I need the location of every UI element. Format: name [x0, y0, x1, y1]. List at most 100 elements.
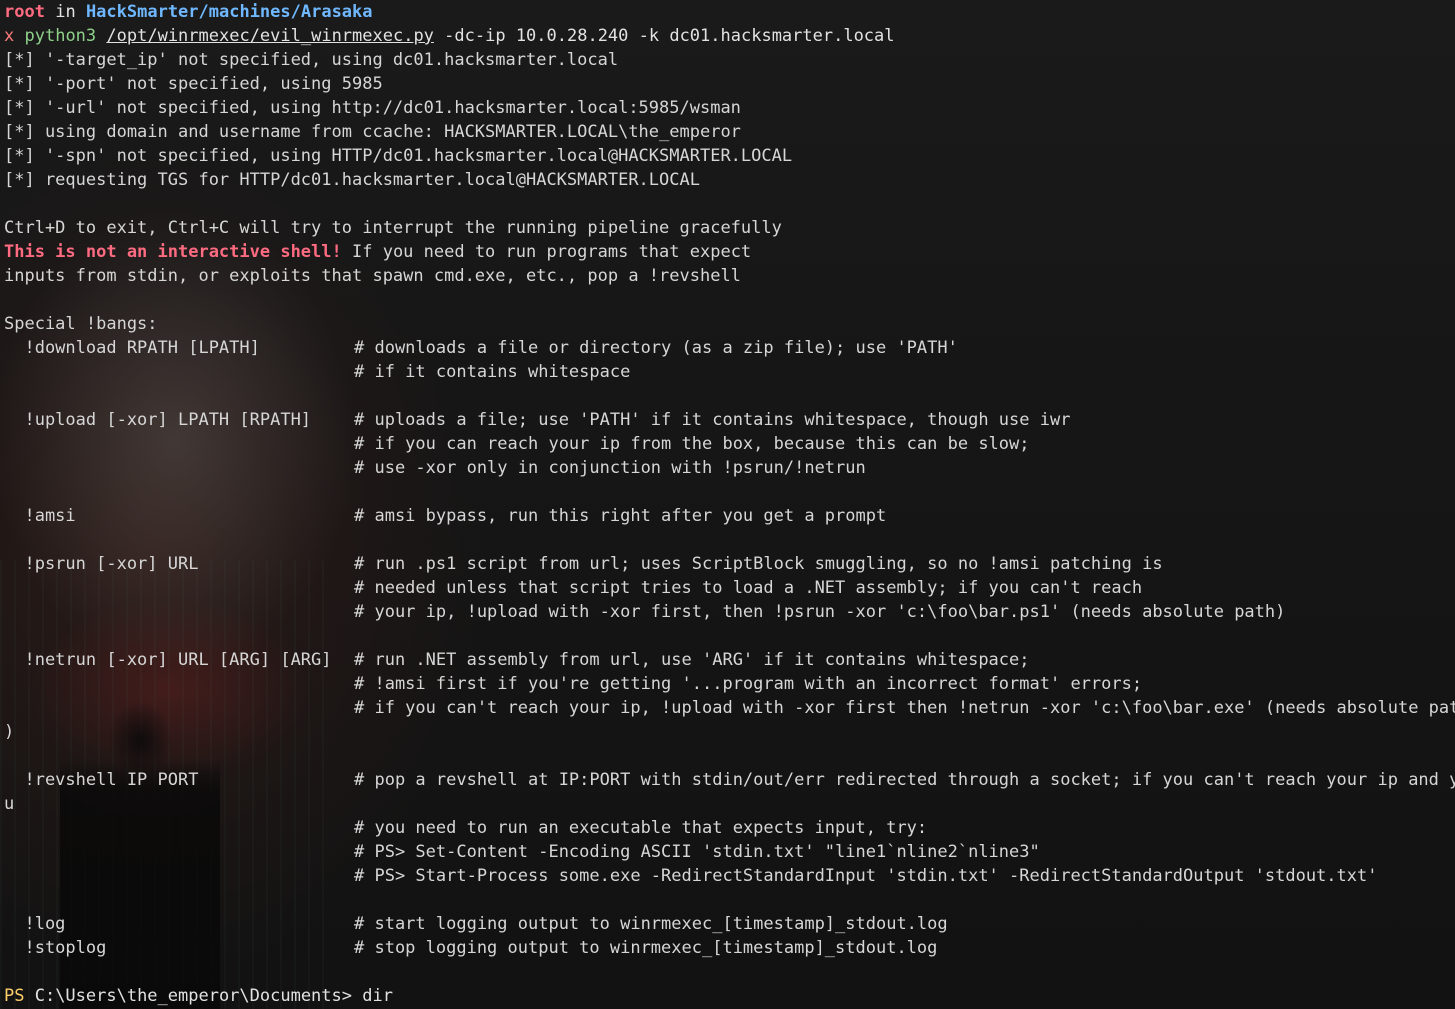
command-script-path[interactable]: /opt/winrmexec/evil_winrmexec.py	[106, 24, 434, 48]
info-line: [*] '-target_ip' not specified, using dc…	[4, 50, 619, 70]
bangs-header: Special !bangs:	[4, 314, 158, 334]
help-line: # PS> Start-Process some.exe -RedirectSt…	[4, 864, 1455, 888]
help-command	[4, 360, 354, 384]
help-command: !log	[4, 914, 66, 934]
help-line: # PS> Set-Content -Encoding ASCII 'stdin…	[4, 840, 1455, 864]
ps-cwd: C:\Users\the_emperor\Documents>	[24, 986, 352, 1006]
help-line: !revshell IP PORT # pop a revshell at IP:…	[4, 768, 1455, 792]
help-comment: # PS> Set-Content -Encoding ASCII 'stdin…	[354, 842, 1040, 862]
help-command	[4, 696, 354, 720]
banner-stdin-line: inputs from stdin, or exploits that spaw…	[4, 266, 741, 286]
help-command: !revshell IP PORT	[4, 770, 199, 790]
warning-text: This is not an interactive shell!	[4, 242, 342, 262]
help-line	[4, 384, 1455, 408]
help-line	[4, 624, 1455, 648]
help-comment: # needed unless that script tries to loa…	[354, 578, 1143, 598]
help-block: !download RPATH [LPATH] # downloads a fil…	[4, 336, 1455, 984]
help-command: !stoplog	[4, 938, 107, 958]
help-command	[4, 624, 354, 648]
help-command	[4, 528, 354, 552]
help-comment: # if you can't reach your ip, !upload wi…	[354, 698, 1455, 718]
help-comment: # run .ps1 script from url; uses ScriptB…	[354, 554, 1163, 574]
help-line: !upload [-xor] LPATH [RPATH] # uploads a …	[4, 408, 1455, 432]
prompt-user: root	[4, 2, 45, 22]
help-comment: # run .NET assembly from url, use 'ARG' …	[354, 650, 1030, 670]
help-command	[4, 600, 354, 624]
info-line: [*] using domain and username from ccach…	[4, 122, 741, 142]
help-comment: # uploads a file; use 'PATH' if it conta…	[354, 410, 1071, 430]
help-command	[4, 576, 354, 600]
help-command: !upload [-xor] LPATH [RPATH]	[4, 410, 312, 430]
help-command	[4, 840, 354, 864]
help-line: # use -xor only in conjunction with !psr…	[4, 456, 1455, 480]
ps-label: PS	[4, 986, 25, 1006]
help-line	[4, 480, 1455, 504]
help-comment: # pop a revshell at IP:PORT with stdin/o…	[354, 770, 1455, 790]
help-line: !download RPATH [LPATH] # downloads a fil…	[4, 336, 1455, 360]
help-command	[4, 816, 354, 840]
help-command	[4, 960, 354, 984]
help-line: !netrun [-xor] URL [ARG] [ARG] # run .NET…	[4, 648, 1455, 672]
shell-prompt-line: root in HackSmarter/machines/Arasaka	[4, 0, 1455, 24]
help-command: !amsi	[4, 506, 76, 526]
help-command: )	[4, 722, 15, 742]
help-comment: # amsi bypass, run this right after you …	[354, 506, 887, 526]
help-line	[4, 528, 1455, 552]
help-line: # if you can reach your ip from the box,…	[4, 432, 1455, 456]
exit-status-marker: x	[4, 26, 15, 46]
help-line: !log # start logging output to winrmexec_…	[4, 912, 1455, 936]
help-line: # !amsi first if you're getting '...prog…	[4, 672, 1455, 696]
help-line: u	[4, 792, 1455, 816]
help-line	[4, 744, 1455, 768]
prompt-in: in	[55, 2, 76, 22]
help-line: # if you can't reach your ip, !upload wi…	[4, 696, 1455, 720]
help-comment: # stop logging output to winrmexec_[time…	[354, 938, 938, 958]
terminal-window[interactable]: root in HackSmarter/machines/Arasaka x p…	[0, 0, 1455, 1009]
help-command	[4, 864, 354, 888]
info-line: [*] '-spn' not specified, using HTTP/dc0…	[4, 146, 793, 166]
powershell-prompt-line[interactable]: PS C:\Users\the_emperor\Documents> dir	[4, 984, 1455, 1008]
help-line: !psrun [-xor] URL # run .ps1 script from …	[4, 552, 1455, 576]
help-comment: # if you can reach your ip from the box,…	[354, 434, 1030, 454]
command-program: python3	[24, 26, 97, 46]
help-comment: # your ip, !upload with -xor first, then…	[354, 602, 1286, 622]
help-line: # your ip, !upload with -xor first, then…	[4, 600, 1455, 624]
help-comment: # you need to run an executable that exp…	[354, 818, 928, 838]
help-comment: # use -xor only in conjunction with !psr…	[354, 458, 866, 478]
help-command	[4, 888, 354, 912]
help-line	[4, 960, 1455, 984]
help-command	[4, 744, 354, 768]
help-command: !psrun [-xor] URL	[4, 554, 199, 574]
help-command	[4, 384, 354, 408]
help-line: # if it contains whitespace	[4, 360, 1455, 384]
help-line	[4, 888, 1455, 912]
help-command: !download RPATH [LPATH]	[4, 338, 260, 358]
help-command	[4, 480, 354, 504]
help-line: !stoplog # stop logging output to winrmex…	[4, 936, 1455, 960]
help-comment: # downloads a file or directory (as a zi…	[354, 338, 958, 358]
help-command: !netrun [-xor] URL [ARG] [ARG]	[4, 650, 332, 670]
terminal-output: root in HackSmarter/machines/Arasaka x p…	[4, 0, 1455, 1008]
ps-input[interactable]: dir	[352, 984, 393, 1008]
warning-rest: If you need to run programs that expect	[341, 242, 752, 262]
help-command: u	[4, 794, 15, 814]
help-comment: # PS> Start-Process some.exe -RedirectSt…	[354, 866, 1378, 886]
help-line: # you need to run an executable that exp…	[4, 816, 1455, 840]
help-line: )	[4, 720, 1455, 744]
info-line: [*] requesting TGS for HTTP/dc01.hacksma…	[4, 170, 700, 190]
info-line: [*] '-port' not specified, using 5985	[4, 74, 383, 94]
help-comment: # if it contains whitespace	[354, 362, 631, 382]
help-comment: # start logging output to winrmexec_[tim…	[354, 914, 948, 934]
banner-exit-line: Ctrl+D to exit, Ctrl+C will try to inter…	[4, 218, 782, 238]
command-line: x python3 /opt/winrmexec/evil_winrmexec.…	[4, 24, 1455, 48]
help-comment: # !amsi first if you're getting '...prog…	[354, 674, 1143, 694]
prompt-path: HackSmarter/machines/Arasaka	[85, 2, 373, 22]
help-line: # needed unless that script tries to loa…	[4, 576, 1455, 600]
command-args: -dc-ip 10.0.28.240 -k dc01.hacksmarter.l…	[444, 26, 895, 46]
help-command	[4, 432, 354, 456]
info-line: [*] '-url' not specified, using http://d…	[4, 98, 741, 118]
help-command	[4, 672, 354, 696]
banner-warning-line: This is not an interactive shell! If you…	[4, 240, 1455, 264]
